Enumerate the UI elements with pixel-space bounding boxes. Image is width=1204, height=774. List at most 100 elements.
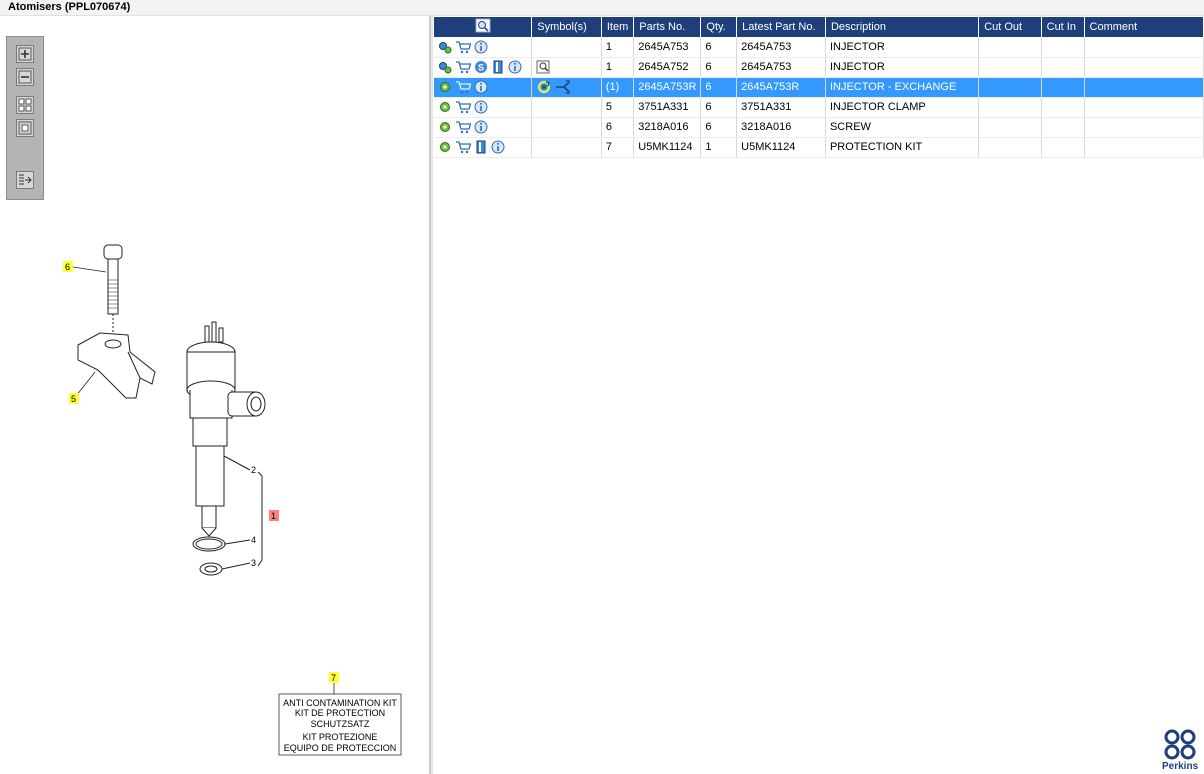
column-header-latest-part-no[interactable]: Latest Part No. — [736, 17, 826, 37]
book-icon[interactable] — [474, 140, 488, 154]
row-actions-cell — [434, 137, 533, 158]
info-icon[interactable] — [474, 100, 488, 114]
callout-1[interactable]: 1 — [269, 510, 279, 521]
callout-1-label: 1 — [271, 511, 276, 521]
description-cell[interactable]: INJECTOR — [825, 37, 980, 58]
cut-out-cell[interactable] — [978, 137, 1042, 158]
column-header-item[interactable]: Item — [601, 17, 635, 37]
item-cell[interactable]: 5 — [601, 97, 635, 118]
description-cell[interactable]: PROTECTION KIT — [825, 137, 980, 158]
cut-out-cell[interactable] — [978, 37, 1042, 58]
cart-icon[interactable] — [455, 120, 471, 134]
cut-in-cell[interactable] — [1041, 57, 1085, 78]
parts-no-cell[interactable]: 3751A331 — [633, 97, 702, 118]
parts-no-cell[interactable]: 3218A016 — [633, 117, 702, 138]
callout-3-label: 3 — [251, 558, 256, 568]
description-cell[interactable]: INJECTOR — [825, 57, 980, 78]
latest-part-no-cell[interactable]: U5MK1124 — [736, 137, 826, 158]
table-row[interactable]: S 1 2645A752 6 2645A753 INJECTOR — [434, 57, 1204, 78]
item-cell[interactable]: 1 — [601, 57, 635, 78]
cart-icon[interactable] — [455, 80, 471, 94]
column-header-comment[interactable]: Comment — [1084, 17, 1204, 37]
description-cell[interactable]: SCREW — [825, 117, 980, 138]
qty-cell[interactable]: 6 — [700, 57, 738, 78]
table-row[interactable]: 1 2645A753 6 2645A753 INJECTOR — [434, 37, 1204, 58]
comment-cell[interactable] — [1084, 37, 1204, 58]
cart-icon[interactable] — [455, 100, 471, 114]
info-icon[interactable] — [474, 120, 488, 134]
cut-out-cell[interactable] — [978, 97, 1042, 118]
description-cell[interactable]: INJECTOR CLAMP — [825, 97, 980, 118]
comment-cell[interactable] — [1084, 117, 1204, 138]
info-icon[interactable] — [474, 40, 488, 54]
parts-no-cell[interactable]: 2645A753 — [633, 37, 702, 58]
gears-icon[interactable] — [438, 60, 452, 74]
gear-icon[interactable] — [438, 100, 452, 114]
comment-cell[interactable] — [1084, 97, 1204, 118]
cut-in-cell[interactable] — [1041, 137, 1085, 158]
callout-5[interactable]: 5 — [69, 393, 79, 404]
parts-no-cell[interactable]: 2645A753R — [633, 77, 702, 98]
cut-in-cell[interactable] — [1041, 37, 1085, 58]
cut-in-cell[interactable] — [1041, 77, 1085, 98]
cart-icon[interactable] — [455, 60, 471, 74]
qty-cell[interactable]: 6 — [700, 37, 738, 58]
info-icon[interactable] — [491, 140, 505, 154]
column-header-symbols[interactable]: Symbol(s) — [531, 17, 602, 37]
link-arrow-icon[interactable] — [555, 80, 571, 94]
cut-out-cell[interactable] — [978, 57, 1042, 78]
latest-part-no-cell[interactable]: 2645A753 — [736, 57, 826, 78]
qty-cell[interactable]: 1 — [700, 137, 738, 158]
gear-icon[interactable] — [438, 80, 452, 94]
comment-cell[interactable] — [1084, 137, 1204, 158]
description-cell[interactable]: INJECTOR - EXCHANGE — [825, 77, 980, 98]
column-header-description[interactable]: Description — [825, 17, 980, 37]
diagram-pane[interactable]: 6 5 1 2 4 3 7 ANTI CONTAMINATION KIT KIT… — [0, 16, 430, 774]
cut-in-cell[interactable] — [1041, 97, 1085, 118]
callout-7[interactable]: 7 — [329, 672, 339, 683]
parts-no-cell[interactable]: U5MK1124 — [633, 137, 702, 158]
latest-part-no-cell[interactable]: 3218A016 — [736, 117, 826, 138]
cut-out-cell[interactable] — [978, 77, 1042, 98]
header-filter-cell[interactable] — [434, 17, 533, 37]
svg-text:S: S — [478, 63, 484, 73]
table-row[interactable]: 7 U5MK1124 1 U5MK1124 PROTECTION KIT — [434, 137, 1204, 158]
exchange-icon[interactable] — [536, 80, 552, 94]
comment-cell[interactable] — [1084, 77, 1204, 98]
book-icon[interactable] — [491, 60, 505, 74]
item-cell[interactable]: 6 — [601, 117, 635, 138]
cart-icon[interactable] — [455, 40, 471, 54]
qty-cell[interactable]: 6 — [700, 97, 738, 118]
info-icon[interactable] — [508, 60, 522, 74]
table-row[interactable]: 6 3218A016 6 3218A016 SCREW — [434, 117, 1204, 138]
column-header-cut-in[interactable]: Cut In — [1041, 17, 1085, 37]
exploded-parts-diagram: 6 5 1 2 4 3 7 ANTI CONTAMINATION KIT KIT… — [63, 244, 402, 756]
cart-icon[interactable] — [455, 140, 471, 154]
column-header-cut-out[interactable]: Cut Out — [978, 17, 1042, 37]
gears-icon[interactable] — [438, 40, 452, 54]
item-cell[interactable]: (1) — [601, 77, 635, 98]
table-row[interactable]: (1) 2645A753R 6 2645A753R INJECTOR - EXCHANG… — [434, 77, 1204, 98]
column-header-qty[interactable]: Qty. — [700, 17, 738, 37]
item-cell[interactable]: 1 — [601, 37, 635, 58]
parts-no-cell[interactable]: 2645A752 — [633, 57, 702, 78]
table-row[interactable]: 5 3751A331 6 3751A331 INJECTOR CLAMP — [434, 97, 1204, 118]
latest-part-no-cell[interactable]: 3751A331 — [736, 97, 826, 118]
symbols-cell — [531, 137, 602, 158]
item-cell[interactable]: 7 — [601, 137, 635, 158]
cut-in-cell[interactable] — [1041, 117, 1085, 138]
latest-part-no-cell[interactable]: 2645A753R — [736, 77, 826, 98]
cut-out-cell[interactable] — [978, 117, 1042, 138]
magnifier-doc-icon[interactable] — [536, 60, 552, 74]
gear-icon[interactable] — [438, 140, 452, 154]
info-icon[interactable] — [474, 80, 488, 94]
column-header-parts-no[interactable]: Parts No. — [633, 17, 702, 37]
s-icon[interactable]: S — [474, 60, 488, 74]
latest-part-no-cell[interactable]: 2645A753 — [736, 37, 826, 58]
comment-cell[interactable] — [1084, 57, 1204, 78]
callout-6[interactable]: 6 — [63, 261, 73, 272]
callout-7-label: 7 — [331, 673, 336, 683]
qty-cell[interactable]: 6 — [700, 117, 738, 138]
gear-icon[interactable] — [438, 120, 452, 134]
qty-cell[interactable]: 6 — [700, 77, 738, 98]
